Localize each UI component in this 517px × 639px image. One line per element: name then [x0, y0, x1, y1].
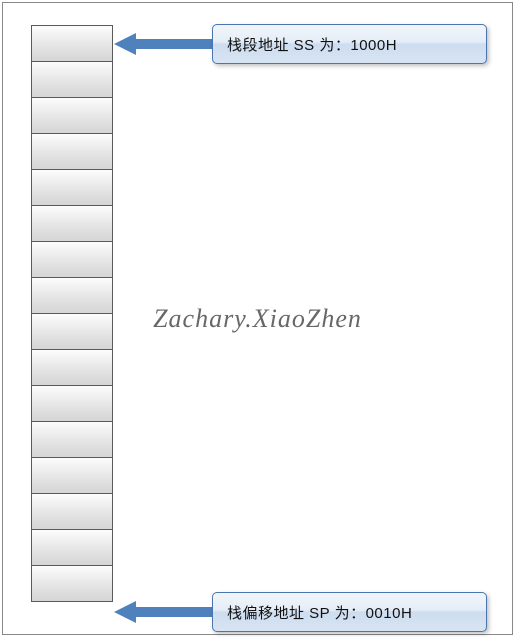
watermark-text: Zachary.XiaoZhen	[153, 304, 362, 334]
stack-cell	[31, 169, 113, 206]
stack-cell	[31, 205, 113, 242]
arrow-head-icon	[114, 33, 136, 55]
stack-cell	[31, 25, 113, 62]
ss-label-callout: 栈段地址 SS 为：1000H	[212, 24, 487, 64]
stack-cell	[31, 133, 113, 170]
stack-cell	[31, 349, 113, 386]
stack-cell	[31, 313, 113, 350]
stack-cell	[31, 277, 113, 314]
stack-cell	[31, 493, 113, 530]
memory-stack	[31, 25, 113, 602]
sp-label-callout: 栈偏移地址 SP 为：0010H	[212, 592, 487, 632]
stack-cell	[31, 457, 113, 494]
arrow-top	[114, 33, 214, 55]
stack-cell	[31, 61, 113, 98]
sp-label-text: 栈偏移地址 SP 为：0010H	[227, 602, 412, 623]
stack-cell	[31, 421, 113, 458]
arrow-shaft	[136, 607, 214, 617]
arrow-shaft	[136, 39, 214, 49]
arrow-head-icon	[114, 601, 136, 623]
stack-cell	[31, 241, 113, 278]
stack-cell	[31, 97, 113, 134]
stack-cell	[31, 385, 113, 422]
stack-cell	[31, 529, 113, 566]
stack-cell	[31, 565, 113, 602]
arrow-bottom	[114, 601, 214, 623]
ss-label-text: 栈段地址 SS 为：1000H	[227, 34, 397, 55]
diagram-frame: 栈段地址 SS 为：1000H 栈偏移地址 SP 为：0010H Zachary…	[2, 2, 513, 635]
